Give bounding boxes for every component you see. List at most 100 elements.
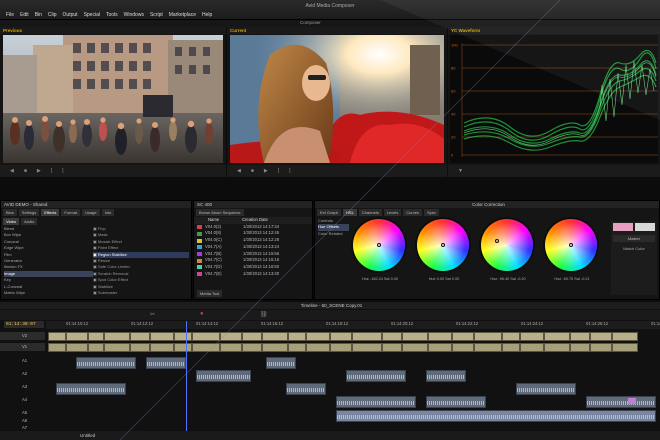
audio-clip[interactable]	[146, 357, 186, 369]
video-clip[interactable]	[150, 343, 174, 352]
video-clip[interactable]	[590, 343, 612, 352]
bin-row[interactable]: V04.7(E) 1/30/2013 14:13:40	[194, 271, 312, 278]
playhead[interactable]	[186, 321, 187, 431]
effect-type-tab[interactable]: Audio	[21, 218, 38, 225]
effect-item[interactable]: ▣ Submaster	[93, 290, 189, 296]
source-frame[interactable]	[3, 35, 223, 163]
bin-row[interactable]: V04.7(A) 1/30/2013 14:13:24	[194, 244, 312, 251]
video-clip[interactable]	[104, 343, 130, 352]
video-clip[interactable]	[452, 332, 474, 341]
wheel-crosshair[interactable]	[495, 239, 499, 243]
color-wheel-4[interactable]	[545, 219, 597, 271]
video-clip[interactable]	[288, 332, 306, 341]
audio-clip[interactable]	[56, 383, 126, 395]
timecode-display[interactable]: 01:14:30:07	[4, 321, 44, 328]
cc-option[interactable]: Color Related	[318, 231, 349, 237]
mark-in-icon[interactable]: [	[51, 168, 52, 174]
project-tab[interactable]: Settings	[18, 209, 40, 216]
record-icon[interactable]: ●	[200, 311, 204, 317]
bin-row[interactable]: V04.7(D) 1/30/2013 14:16:50	[194, 264, 312, 271]
video-clip[interactable]	[544, 332, 570, 341]
video-clip[interactable]	[262, 343, 288, 352]
video-clip[interactable]	[428, 332, 452, 341]
bin-row[interactable]: V04.7(C) 1/30/2013 14:15:16	[194, 257, 312, 264]
video-clip[interactable]	[330, 332, 352, 341]
audio-clip[interactable]	[286, 383, 326, 395]
mark-out-icon[interactable]: ]	[62, 168, 63, 174]
menu-item[interactable]: Help	[202, 12, 212, 18]
video-clip[interactable]	[402, 332, 428, 341]
project-tab[interactable]: Usage	[82, 209, 100, 216]
video-clip[interactable]	[66, 343, 88, 352]
video-clip[interactable]	[612, 332, 638, 341]
video-clip[interactable]	[474, 343, 502, 352]
audio-clip[interactable]	[336, 410, 656, 422]
master-button[interactable]: Master	[613, 235, 655, 242]
video-clip[interactable]	[502, 332, 520, 341]
track-header[interactable]: A3	[0, 383, 45, 391]
play-reverse-icon[interactable]: ◀	[237, 168, 241, 174]
audio-clip[interactable]	[196, 370, 251, 382]
menu-item[interactable]: Bin	[35, 12, 42, 18]
column-name[interactable]: Name	[194, 217, 242, 224]
video-clip[interactable]	[474, 332, 502, 341]
video-clip[interactable]	[520, 332, 544, 341]
color-wheel-1[interactable]	[353, 219, 405, 271]
menu-item[interactable]: Windows	[124, 12, 144, 18]
video-clip[interactable]	[130, 332, 150, 341]
video-clip[interactable]	[428, 343, 452, 352]
video-clip[interactable]	[452, 343, 474, 352]
video-clip[interactable]	[330, 343, 352, 352]
match-swatch-left[interactable]	[613, 223, 633, 231]
stop-icon[interactable]: ■	[251, 168, 254, 174]
track-header[interactable]: A1	[0, 357, 45, 365]
menu-item[interactable]: File	[6, 12, 14, 18]
menu-item[interactable]: Marketplace	[169, 12, 196, 18]
track-header[interactable]: A5	[0, 409, 45, 417]
video-clip[interactable]	[104, 332, 130, 341]
menu-item[interactable]: Special	[84, 12, 100, 18]
video-clip[interactable]	[220, 332, 242, 341]
play-reverse-icon[interactable]: ◀	[10, 168, 14, 174]
cc-tab[interactable]: Ext Graph	[317, 209, 342, 216]
video-clip[interactable]	[612, 343, 638, 352]
wheel-crosshair[interactable]	[377, 243, 381, 247]
video-clip[interactable]	[192, 332, 220, 341]
record-frame[interactable]	[230, 35, 444, 163]
effect-type-tab[interactable]: Video	[3, 218, 20, 225]
effect-category-item[interactable]: Matrix Wipe	[4, 290, 93, 296]
video-clip[interactable]	[288, 343, 306, 352]
video-clip[interactable]	[520, 343, 544, 352]
record-monitor[interactable]: Current ◀ ■ ▶ [ ]	[227, 27, 447, 177]
video-clip[interactable]	[88, 343, 104, 352]
match-swatch-right[interactable]	[635, 223, 655, 231]
audio-clip[interactable]	[76, 357, 136, 369]
stop-icon[interactable]: ■	[24, 168, 27, 174]
audio-clip[interactable]	[516, 383, 576, 395]
timeline-marker[interactable]	[628, 398, 636, 404]
video-clip[interactable]	[174, 343, 192, 352]
video-clip[interactable]	[570, 332, 590, 341]
timeline-ruler[interactable]: 01:14:10:12 01:14:12:12 01:14:14:12 01:14:1…	[46, 321, 660, 329]
menu-item[interactable]: Script	[150, 12, 163, 18]
project-tab[interactable]: Format	[61, 209, 81, 216]
source-monitor[interactable]: Previous ◀ ■ ▶ []	[0, 27, 226, 177]
track-header[interactable]: V1	[0, 343, 45, 351]
video-clip[interactable]	[262, 332, 288, 341]
project-tab[interactable]: Effects	[41, 209, 60, 216]
sequence-dropdown[interactable]: Brown Moon Sequence	[196, 209, 244, 216]
audio-clip[interactable]	[426, 396, 486, 408]
audio-clip[interactable]	[586, 396, 656, 408]
video-clip[interactable]	[48, 332, 66, 341]
menu-item[interactable]: Edit	[20, 12, 29, 18]
video-clip[interactable]	[242, 332, 262, 341]
video-clip[interactable]	[192, 343, 220, 352]
video-clip[interactable]	[220, 343, 242, 352]
column-creation-date[interactable]: Creation Date	[242, 217, 268, 224]
audio-clip[interactable]	[266, 357, 296, 369]
menu-item[interactable]: Clip	[48, 12, 57, 18]
video-clip[interactable]	[590, 332, 612, 341]
video-clip[interactable]	[88, 332, 104, 341]
cc-tab[interactable]: Curves	[403, 209, 422, 216]
cc-tab[interactable]: HSL	[343, 209, 357, 216]
